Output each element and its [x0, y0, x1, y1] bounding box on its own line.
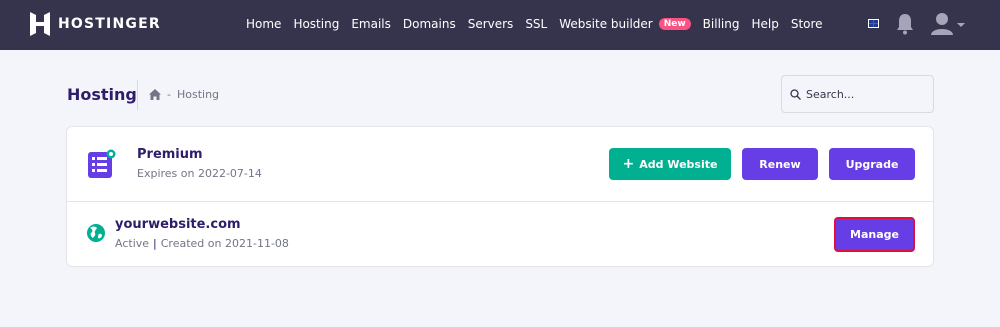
- renew-button[interactable]: Renew: [742, 148, 818, 180]
- plan-expiry: Expires on 2022-07-14: [137, 167, 262, 180]
- nav-servers[interactable]: Servers: [468, 17, 514, 31]
- breadcrumb-separator: -: [167, 88, 171, 101]
- search-input[interactable]: [806, 87, 926, 101]
- add-website-label: Add Website: [639, 157, 718, 171]
- brand-logo[interactable]: HOSTINGER: [30, 12, 161, 36]
- nav-store[interactable]: Store: [791, 17, 823, 31]
- new-badge: New: [658, 18, 691, 30]
- nav-website-builder[interactable]: Website builder: [559, 17, 652, 31]
- uk-flag-icon[interactable]: [868, 19, 879, 28]
- bell-icon[interactable]: [895, 13, 915, 35]
- website-domain[interactable]: yourwebsite.com: [115, 217, 241, 232]
- server-plan-icon: [88, 149, 116, 178]
- search-box[interactable]: [781, 75, 934, 113]
- nav-ssl[interactable]: SSL: [525, 17, 547, 31]
- card-divider: [67, 201, 933, 202]
- status-separator: |: [153, 237, 157, 250]
- website-status: Active | Created on 2021-11-08: [115, 237, 289, 250]
- main-nav: Home Hosting Emails Domains Servers SSL …: [246, 15, 835, 33]
- add-website-button[interactable]: + Add Website: [609, 148, 731, 180]
- page-title: Hosting: [67, 85, 137, 104]
- home-icon[interactable]: [149, 89, 161, 100]
- upgrade-button[interactable]: Upgrade: [829, 148, 915, 180]
- manage-button[interactable]: Manage: [834, 217, 915, 252]
- status-text: Active: [115, 237, 150, 250]
- top-navbar: HOSTINGER Home Hosting Emails Domains Se…: [0, 0, 1000, 50]
- nav-domains[interactable]: Domains: [403, 17, 456, 31]
- nav-home[interactable]: Home: [246, 17, 281, 31]
- nav-billing[interactable]: Billing: [703, 17, 740, 31]
- search-icon: [790, 88, 801, 100]
- plus-icon: +: [622, 156, 635, 172]
- user-avatar-icon[interactable]: [928, 12, 968, 36]
- globe-icon: [87, 224, 105, 242]
- breadcrumb: - Hosting: [149, 88, 219, 101]
- hostinger-logo-icon: [30, 12, 50, 36]
- brand-name: HOSTINGER: [58, 16, 161, 32]
- nav-hosting[interactable]: Hosting: [293, 17, 339, 31]
- created-date: Created on 2021-11-08: [160, 237, 289, 250]
- nav-help[interactable]: Help: [751, 17, 778, 31]
- nav-emails[interactable]: Emails: [351, 17, 391, 31]
- plan-name: Premium: [137, 147, 203, 162]
- hosting-plan-card: Premium Expires on 2022-07-14 + Add Webs…: [66, 126, 934, 267]
- breadcrumb-current: Hosting: [176, 88, 220, 101]
- chevron-down-icon: [957, 23, 965, 27]
- title-divider: [137, 80, 138, 110]
